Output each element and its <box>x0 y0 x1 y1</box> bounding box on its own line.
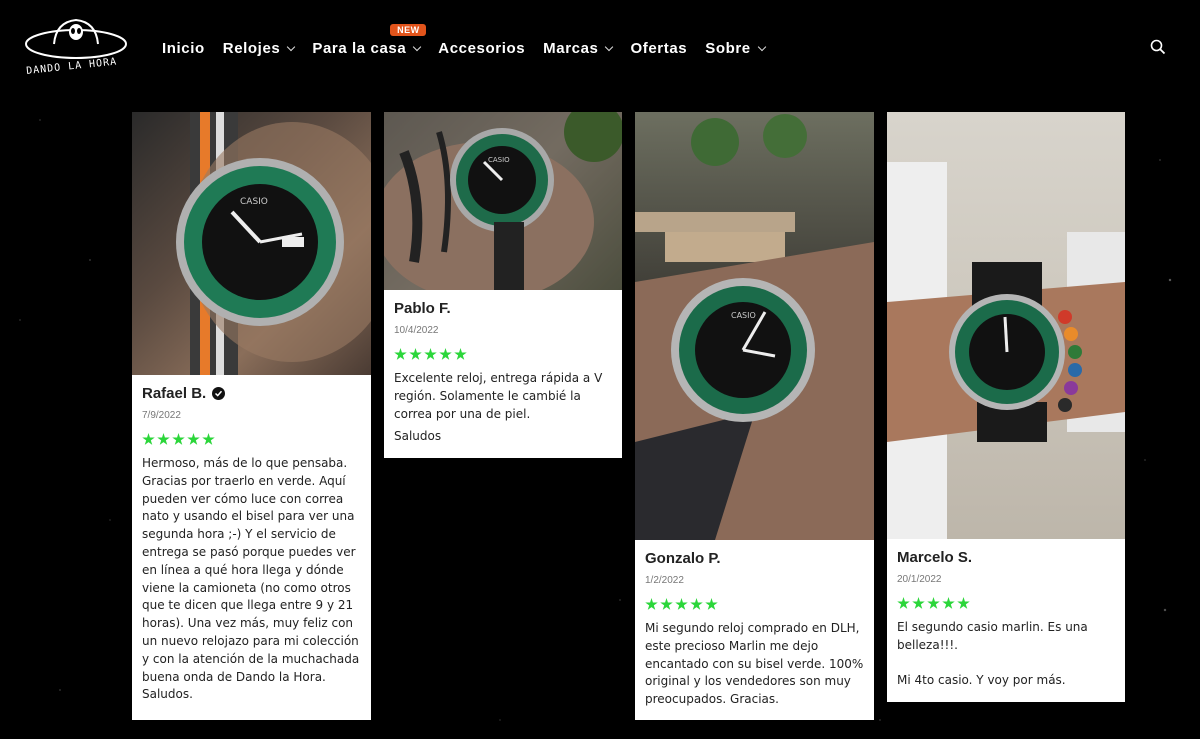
star-icon <box>202 433 215 445</box>
svg-text:CASIO: CASIO <box>240 197 268 207</box>
star-rating <box>645 598 864 611</box>
search-icon[interactable] <box>1150 39 1166 55</box>
review-card[interactable]: CASIO Rafael B. 7/9/2022 Hermoso, más de… <box>132 112 371 720</box>
star-icon <box>645 598 658 610</box>
chevron-down-icon <box>287 42 296 51</box>
watch-photo-icon <box>887 162 1125 539</box>
review-text: El segundo casio marlin. Es una belleza!… <box>897 620 1088 688</box>
star-icon <box>912 597 925 609</box>
star-icon <box>187 433 200 445</box>
review-photo[interactable] <box>887 112 1125 539</box>
nav-para-la-casa[interactable]: Para la casa NEW <box>312 24 427 58</box>
nav-sobre[interactable]: Sobre <box>705 38 766 58</box>
svg-text:CASIO: CASIO <box>488 156 510 164</box>
star-icon <box>942 597 955 609</box>
star-icon <box>957 597 970 609</box>
review-card[interactable]: CASIO Pablo F. 10/4/2022 Excelente reloj… <box>384 112 622 458</box>
nav-ofertas[interactable]: Ofertas <box>630 38 687 58</box>
site-logo[interactable]: DANDO LA HORA <box>24 14 140 77</box>
star-icon <box>690 598 703 610</box>
nav-label: Para la casa <box>312 39 407 57</box>
star-icon <box>172 433 185 445</box>
nav-accesorios[interactable]: Accesorios <box>438 38 525 58</box>
reviewer-name: Rafael B. <box>142 385 207 402</box>
star-rating <box>394 348 612 361</box>
review-date: 10/4/2022 <box>394 325 439 336</box>
review-date: 1/2/2022 <box>645 575 684 586</box>
review-text: Mi segundo reloj comprado en DLH, este p… <box>645 621 864 707</box>
watch-photo-icon: CASIO <box>635 114 874 540</box>
nav-relojes[interactable]: Relojes <box>222 38 296 58</box>
star-icon <box>409 348 422 360</box>
star-icon <box>675 598 688 610</box>
nav-label: Relojes <box>222 39 281 57</box>
star-icon <box>660 598 673 610</box>
watch-photo-icon: CASIO <box>384 112 622 290</box>
star-icon <box>394 348 407 360</box>
reviewer-name: Marcelo S. <box>897 549 973 566</box>
star-rating <box>142 433 361 446</box>
nav-label: Marcas <box>543 39 599 57</box>
reviewer-name: Gonzalo P. <box>645 550 721 567</box>
review-date: 7/9/2022 <box>142 410 181 421</box>
nav-inicio[interactable]: Inicio <box>162 38 205 58</box>
watch-photo-icon: CASIO <box>176 112 371 375</box>
review-text: Excelente reloj, entrega rápida a V regi… <box>394 371 603 421</box>
nav-label: Inicio <box>162 39 205 57</box>
review-text: Hermoso, más de lo que pensaba. Gracias … <box>142 456 360 702</box>
review-photo[interactable]: CASIO <box>635 112 874 540</box>
nav-marcas[interactable]: Marcas <box>543 38 614 58</box>
star-icon <box>897 597 910 609</box>
star-icon <box>705 598 718 610</box>
chevron-down-icon <box>413 42 422 51</box>
chevron-down-icon <box>605 42 614 51</box>
star-icon <box>927 597 940 609</box>
reviewer-name: Pablo F. <box>394 300 451 317</box>
new-badge: NEW <box>390 24 427 36</box>
chevron-down-icon <box>757 42 766 51</box>
star-rating <box>897 597 1115 610</box>
star-icon <box>454 348 467 360</box>
check-circle-icon <box>212 387 226 400</box>
review-date: 20/1/2022 <box>897 574 942 585</box>
svg-text:CASIO: CASIO <box>731 311 756 320</box>
star-icon <box>142 433 155 445</box>
star-icon <box>424 348 437 360</box>
nav-label: Accesorios <box>438 39 526 57</box>
review-text-extra: Saludos <box>394 429 442 444</box>
review-card[interactable]: CASIO Gonzalo P. 1/2/2022 Mi segundo rel… <box>635 112 874 720</box>
nav-label: Ofertas <box>630 39 688 57</box>
star-icon <box>439 348 452 360</box>
review-photo[interactable]: CASIO <box>384 112 622 290</box>
site-header: DANDO LA HORA Inicio Relojes Para la cas… <box>0 0 1200 96</box>
review-card[interactable]: Marcelo S. 20/1/2022 El segundo casio ma… <box>887 112 1125 702</box>
review-photo[interactable]: CASIO <box>132 112 371 375</box>
star-icon <box>157 433 170 445</box>
main-nav: Inicio Relojes Para la casa NEW Accesori… <box>162 24 783 58</box>
nav-label: Sobre <box>705 39 751 57</box>
